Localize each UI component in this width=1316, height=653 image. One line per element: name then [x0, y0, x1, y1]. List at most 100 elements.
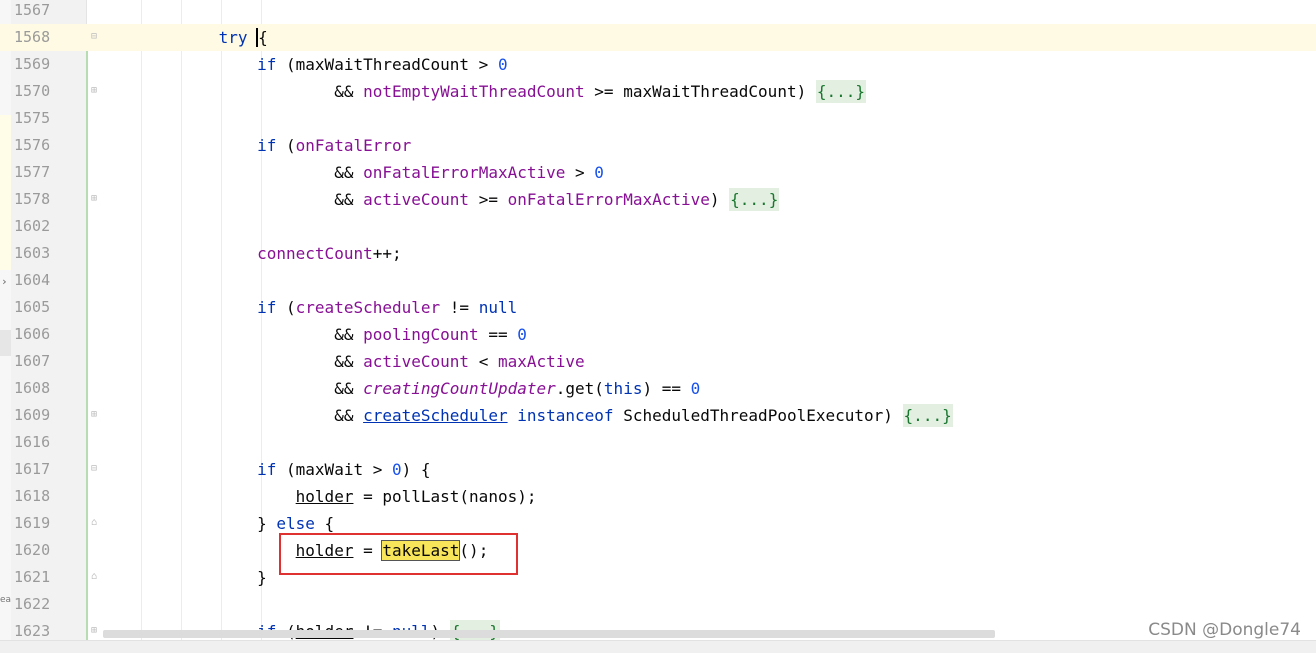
- code-text[interactable]: && creatingCountUpdater.get(this) == 0: [103, 375, 700, 402]
- code-token[interactable]: {...}: [902, 404, 953, 427]
- code-text[interactable]: && notEmptyWaitThreadCount >= maxWaitThr…: [103, 78, 867, 105]
- code-token[interactable]: {...}: [815, 80, 867, 103]
- code-editor[interactable]: › ea 1567 1568 ⊟ try {1569 if (maxWaitThre…: [0, 0, 1316, 653]
- fold-collapse-icon[interactable]: ⊟: [89, 463, 99, 475]
- code-text[interactable]: && onFatalErrorMaxActive > 0: [103, 159, 604, 186]
- code-text[interactable]: }: [103, 564, 267, 591]
- code-token: {: [256, 28, 268, 47]
- line-number[interactable]: 1618: [14, 483, 58, 510]
- code-token: !=: [440, 298, 479, 317]
- code-line[interactable]: 1608 && creatingCountUpdater.get(this) =…: [0, 375, 1316, 402]
- code-token: 0: [497, 55, 508, 74]
- code-line[interactable]: 1619 ⌂ } else {: [0, 510, 1316, 537]
- code-text[interactable]: holder = pollLast(nanos);: [103, 483, 537, 510]
- line-number[interactable]: 1575: [14, 105, 58, 132]
- code-line[interactable]: 1577 && onFatalErrorMaxActive > 0: [0, 159, 1316, 186]
- code-text[interactable]: && activeCount < maxActive: [103, 348, 585, 375]
- code-token: holder: [295, 487, 354, 506]
- line-number[interactable]: 1603: [14, 240, 58, 267]
- code-token: null: [478, 298, 518, 317]
- code-text[interactable]: connectCount++;: [103, 240, 402, 267]
- fold-collapse-icon[interactable]: ⊟: [89, 31, 99, 43]
- fold-collapse-icon[interactable]: ⌂: [89, 517, 99, 529]
- code-line[interactable]: 1606 && poolingCount == 0: [0, 321, 1316, 348]
- line-number[interactable]: 1619: [14, 510, 58, 537]
- code-token: }: [103, 568, 267, 587]
- code-token: = pollLast(nanos);: [353, 487, 537, 506]
- line-number[interactable]: 1577: [14, 159, 58, 186]
- code-line[interactable]: 1576 if (onFatalError: [0, 132, 1316, 159]
- code-line[interactable]: 1621 ⌂ }: [0, 564, 1316, 591]
- code-token: &&: [103, 379, 364, 398]
- code-token: onFatalErrorMaxActive: [507, 190, 710, 209]
- line-number[interactable]: 1604: [14, 267, 58, 294]
- code-text[interactable]: if (onFatalError: [103, 132, 411, 159]
- code-line[interactable]: 1575: [0, 105, 1316, 132]
- code-line[interactable]: 1620 holder = takeLast();: [0, 537, 1316, 564]
- line-number[interactable]: 1568: [14, 24, 58, 51]
- code-token: this: [603, 379, 643, 398]
- code-token: 0: [517, 325, 527, 344]
- code-token: ==: [478, 325, 518, 344]
- code-line[interactable]: 1622: [0, 591, 1316, 618]
- code-line[interactable]: 1603 connectCount++;: [0, 240, 1316, 267]
- fold-expand-icon[interactable]: ⊞: [89, 193, 99, 205]
- code-line[interactable]: 1602: [0, 213, 1316, 240]
- code-line[interactable]: 1607 && activeCount < maxActive: [0, 348, 1316, 375]
- code-token: createScheduler: [295, 298, 441, 317]
- code-token: ): [709, 190, 730, 209]
- code-token[interactable]: {...}: [729, 188, 780, 211]
- line-number[interactable]: 1567: [14, 0, 58, 24]
- code-text[interactable]: if (createScheduler != null: [103, 294, 517, 321]
- line-number[interactable]: 1570: [14, 78, 58, 105]
- line-number[interactable]: 1620: [14, 537, 58, 564]
- code-line[interactable]: 1568 ⊟ try {: [0, 24, 1316, 51]
- line-number[interactable]: 1608: [14, 375, 58, 402]
- line-number[interactable]: 1578: [14, 186, 58, 213]
- code-text[interactable]: if (maxWait > 0) {: [103, 456, 430, 483]
- line-number[interactable]: 1607: [14, 348, 58, 375]
- code-token: maxActive: [497, 352, 585, 371]
- code-line[interactable]: 1604: [0, 267, 1316, 294]
- code-line[interactable]: 1605 if (createScheduler != null: [0, 294, 1316, 321]
- code-line[interactable]: 1578 ⊞ && activeCount >= onFatalErrorMaxA…: [0, 186, 1316, 213]
- fold-expand-icon[interactable]: ⊞: [89, 625, 99, 637]
- fold-expand-icon[interactable]: ⊞: [89, 85, 99, 97]
- code-text[interactable]: && poolingCount == 0: [103, 321, 527, 348]
- code-text[interactable]: && createScheduler instanceof ScheduledT…: [103, 402, 953, 429]
- code-token[interactable]: createScheduler: [363, 406, 508, 425]
- code-line[interactable]: 1567: [0, 0, 1316, 24]
- line-number[interactable]: 1622: [14, 591, 58, 618]
- horizontal-scrollbar[interactable]: [103, 630, 995, 638]
- line-number[interactable]: 1605: [14, 294, 58, 321]
- code-text[interactable]: try {: [103, 24, 268, 51]
- code-token: ) ==: [642, 379, 691, 398]
- code-token: try: [218, 28, 248, 47]
- code-line[interactable]: 1609 ⊞ && createScheduler instanceof Sche…: [0, 402, 1316, 429]
- line-number[interactable]: 1616: [14, 429, 58, 456]
- fold-collapse-icon[interactable]: ⌂: [89, 571, 99, 583]
- code-token: activeCount: [363, 352, 470, 371]
- code-token: ++;: [372, 244, 402, 263]
- code-token: &&: [103, 190, 364, 209]
- code-line[interactable]: 1616: [0, 429, 1316, 456]
- line-number[interactable]: 1576: [14, 132, 58, 159]
- code-line[interactable]: 1569 if (maxWaitThreadCount > 0: [0, 51, 1316, 78]
- code-text[interactable]: if (maxWaitThreadCount > 0: [103, 51, 508, 78]
- code-line[interactable]: 1617 ⊟ if (maxWait > 0) {: [0, 456, 1316, 483]
- code-text[interactable]: && activeCount >= onFatalErrorMaxActive)…: [103, 186, 780, 213]
- line-number[interactable]: 1621: [14, 564, 58, 591]
- code-line[interactable]: 1570 ⊞ && notEmptyWaitThreadCount >= maxW…: [0, 78, 1316, 105]
- line-number[interactable]: 1602: [14, 213, 58, 240]
- line-number[interactable]: 1569: [14, 51, 58, 78]
- code-token: creatingCountUpdater: [363, 379, 556, 398]
- code-line[interactable]: 1618 holder = pollLast(nanos);: [0, 483, 1316, 510]
- fold-expand-icon[interactable]: ⊞: [89, 409, 99, 421]
- line-number[interactable]: 1617: [14, 456, 58, 483]
- line-number[interactable]: 1609: [14, 402, 58, 429]
- line-number[interactable]: 1606: [14, 321, 58, 348]
